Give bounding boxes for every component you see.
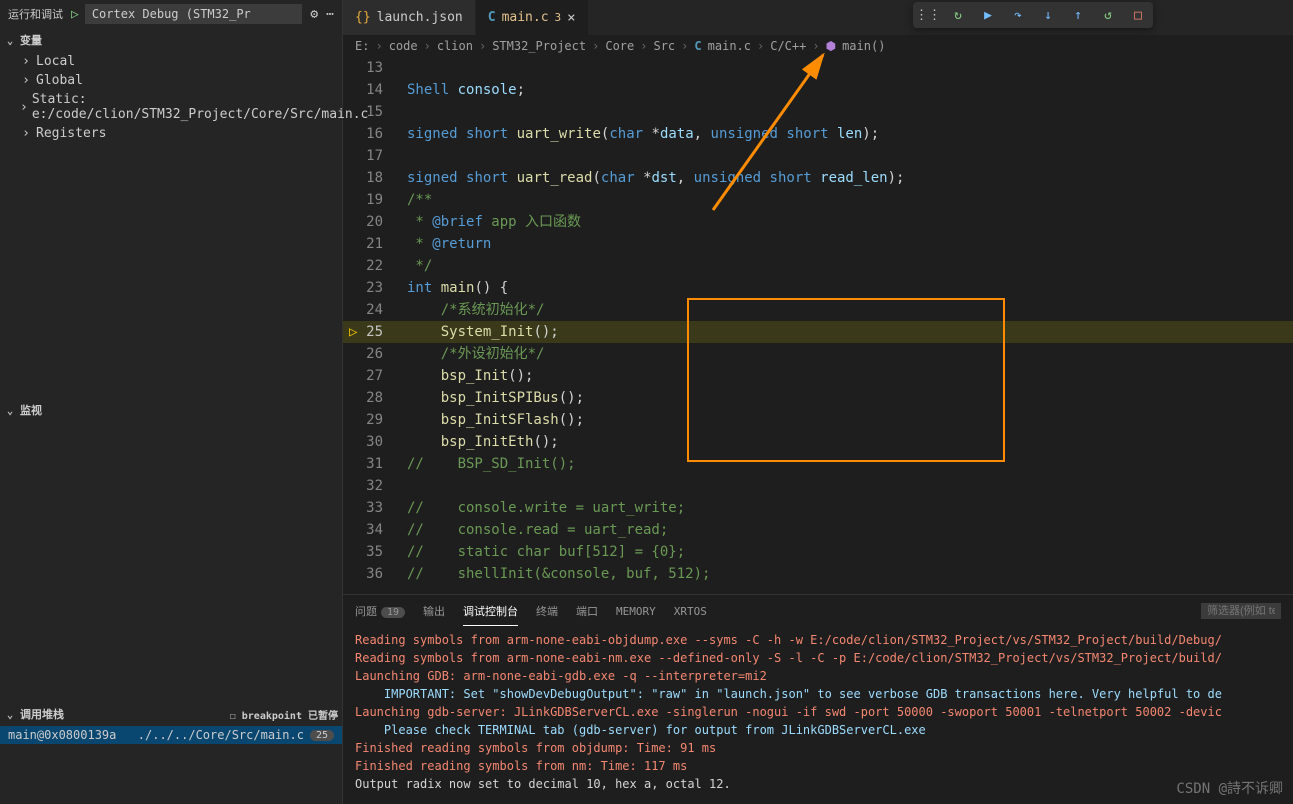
code-line[interactable]: 35// static char buf[512] = {0}; [343,541,1293,563]
chevron-right-icon: › [20,100,28,115]
variable-scope[interactable]: ›Registers [0,124,342,143]
debug-toolbar: ⋮⋮ ↻ ▶ ↷ ↓ ↑ ↺ □ [913,2,1153,28]
breakpoint-status: ☐ breakpoint 已暂停 [230,707,338,722]
continue-icon[interactable]: ▶ [979,6,997,24]
code-line[interactable]: 32 [343,475,1293,497]
panel-tab-问题[interactable]: 问题19 [355,597,405,625]
console-line: Please check TERMINAL tab (gdb-server) f… [355,721,1281,739]
c-icon: C [488,10,496,25]
variable-scope[interactable]: ›Static: e:/code/clion/STM32_Project/Cor… [0,90,342,124]
chevron-right-icon: › [20,126,32,141]
panel-tab-调试控制台[interactable]: 调试控制台 [463,597,518,626]
code-line[interactable]: 33// console.write = uart_write; [343,497,1293,519]
watermark: CSDN @詩不诉卿 [1176,778,1283,798]
chevron-down-icon: ⌄ [4,404,16,417]
variables-section[interactable]: ⌄ 变量 [0,28,342,52]
code-line[interactable]: 17 [343,145,1293,167]
console-line: Finished reading symbols from nm: Time: … [355,757,1281,775]
code-line[interactable]: 28 bsp_InitSPIBus(); [343,387,1293,409]
code-line[interactable]: 15 [343,101,1293,123]
watch-section[interactable]: ⌄ 监视 [0,398,342,422]
code-line[interactable]: 20 * @brief app 入口函数 [343,211,1293,233]
code-line[interactable]: 34// console.read = uart_read; [343,519,1293,541]
breadcrumb-seg[interactable]: STM32_Project [492,39,586,53]
close-icon[interactable]: × [567,10,575,26]
console-line: Output radix now set to decimal 10, hex … [355,775,1281,793]
console-line: IMPORTANT: Set "showDevDebugOutput": "ra… [355,685,1281,703]
code-line[interactable]: 27 bsp_Init(); [343,365,1293,387]
debug-config-select[interactable]: ▷ Cortex Debug (STM32_Pr [71,4,302,24]
reset-icon[interactable]: ↻ [949,6,967,24]
breadcrumb-seg[interactable]: E: [355,39,369,53]
panel-tab-XRTOS[interactable]: XRTOS [674,599,707,624]
function-icon: ⬢ [826,39,836,53]
code-line[interactable]: 30 bsp_InitEth(); [343,431,1293,453]
play-icon[interactable]: ▷ [71,7,79,22]
code-line[interactable]: 13 [343,57,1293,79]
json-icon: {} [355,10,371,25]
filter-input[interactable] [1201,603,1281,619]
code-line[interactable]: 31// BSP_SD_Init(); [343,453,1293,475]
breadcrumb-seg[interactable]: Src [653,39,675,53]
code-line[interactable]: 19/** [343,189,1293,211]
code-line[interactable]: 18signed short uart_read(char *dst, unsi… [343,167,1293,189]
stop-icon[interactable]: □ [1129,6,1147,24]
console-line: Launching gdb-server: JLinkGDBServerCL.e… [355,703,1281,721]
run-debug-label: 运行和调试 [8,6,63,22]
execution-pointer-icon: ▷ [349,321,357,343]
chevron-down-icon: ⌄ [4,708,16,721]
callstack-section[interactable]: ⌄ 调用堆栈 ☐ breakpoint 已暂停 [0,702,342,726]
code-line[interactable]: 24 /*系统初始化*/ [343,299,1293,321]
console-line: Reading symbols from arm-none-eabi-nm.ex… [355,649,1281,667]
breadcrumb-seg[interactable]: clion [437,39,473,53]
step-out-icon[interactable]: ↑ [1069,6,1087,24]
console-line: Reading symbols from arm-none-eabi-objdu… [355,631,1281,649]
panel-tab-端口[interactable]: 端口 [576,597,598,625]
step-into-icon[interactable]: ↓ [1039,6,1057,24]
code-line[interactable]: 16signed short uart_write(char *data, un… [343,123,1293,145]
breadcrumb-seg[interactable]: code [389,39,418,53]
chevron-right-icon: › [20,73,32,88]
panel-tab-终端[interactable]: 终端 [536,597,558,625]
console-line: Launching GDB: arm-none-eabi-gdb.exe -q … [355,667,1281,685]
code-line[interactable]: 23int main() { [343,277,1293,299]
gear-icon[interactable]: ⚙ [310,7,318,22]
tab-main.c[interactable]: Cmain.c3× [476,0,589,35]
tab-launch.json[interactable]: {}launch.json [343,0,476,35]
panel-tab-输出[interactable]: 输出 [423,597,445,625]
step-over-icon[interactable]: ↷ [1009,6,1027,24]
code-line[interactable]: 22 */ [343,255,1293,277]
code-line[interactable]: 25▷ System_Init(); [343,321,1293,343]
chevron-down-icon: ⌄ [4,34,16,47]
c-icon: C [694,39,701,53]
grip-icon[interactable]: ⋮⋮ [919,6,937,24]
console-line: Finished reading symbols from objdump: T… [355,739,1281,757]
code-line[interactable]: 14Shell console; [343,79,1293,101]
line-badge: 25 [310,730,334,741]
code-line[interactable]: 36// shellInit(&console, buf, 512); [343,563,1293,585]
breadcrumb[interactable]: E:›code›clion›STM32_Project›Core›Src›C m… [343,35,1293,57]
restart-icon[interactable]: ↺ [1099,6,1117,24]
code-line[interactable]: 29 bsp_InitSFlash(); [343,409,1293,431]
code-line[interactable]: 26 /*外设初始化*/ [343,343,1293,365]
panel-tab-MEMORY[interactable]: MEMORY [616,599,656,624]
breadcrumb-seg[interactable]: Core [605,39,634,53]
variable-scope[interactable]: ›Local [0,52,342,71]
chevron-right-icon: › [20,54,32,69]
more-icon[interactable]: ⋯ [326,7,334,22]
variable-scope[interactable]: ›Global [0,71,342,90]
code-line[interactable]: 21 * @return [343,233,1293,255]
callstack-frame[interactable]: main@0x0800139a ./../../Core/Src/main.c … [0,726,342,744]
